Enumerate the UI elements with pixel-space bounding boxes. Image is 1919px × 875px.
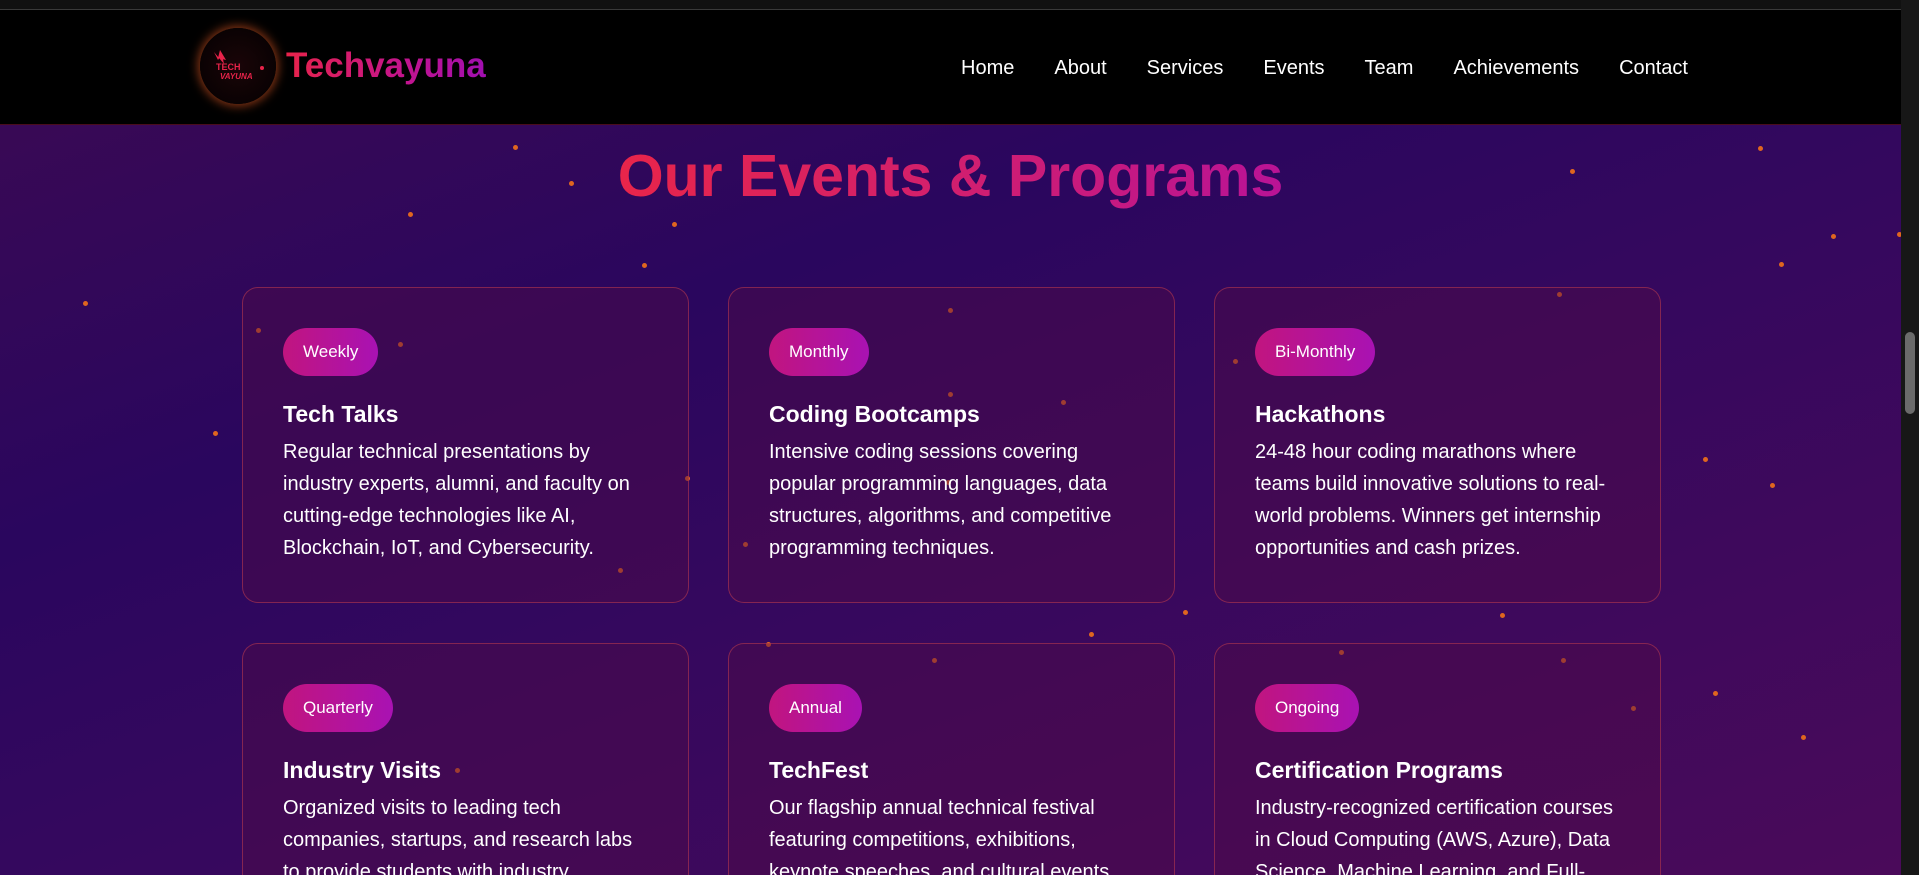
particle-dot [1183, 610, 1188, 615]
event-description: Industry-recognized certification course… [1255, 797, 1613, 875]
particle-dot [213, 431, 218, 436]
main-nav: Home About Services Events Team Achievem… [961, 57, 1688, 80]
particle-dot [408, 212, 413, 217]
navbar: TECH VAYUNA Techvayuna Home About Servic… [0, 10, 1901, 125]
particle-dot [672, 222, 677, 227]
nav-achievements[interactable]: Achievements [1453, 57, 1579, 80]
particle-dot [1779, 262, 1784, 267]
event-description: 24-48 hour coding marathons where teams … [1255, 441, 1606, 559]
brand-name[interactable]: Techvayuna [286, 46, 486, 86]
event-title: Hackathons [1255, 401, 1386, 427]
section-title: Our Events & Programs [617, 143, 1284, 209]
particle-dot [1089, 632, 1094, 637]
event-card-certification-programs: Ongoing Certification Programs Industry-… [1214, 643, 1661, 875]
frequency-badge: Ongoing [1255, 684, 1360, 732]
event-card-tech-talks: Weekly Tech Talks Regular technical pres… [242, 287, 689, 603]
event-card-hackathons: Bi-Monthly Hackathons 24-48 hour coding … [1214, 287, 1661, 603]
event-card-industry-visits: Quarterly Industry Visits Organized visi… [242, 643, 689, 875]
logo-text-bottom: VAYUNA [220, 72, 253, 81]
particle-dot [83, 301, 88, 306]
event-title: TechFest [769, 757, 869, 783]
event-title: Tech Talks [283, 401, 399, 427]
particle-dot [1703, 457, 1708, 462]
frequency-badge: Quarterly [283, 684, 393, 732]
page-background: TECH VAYUNA Techvayuna Home About Servic… [0, 0, 1901, 875]
nav-team[interactable]: Team [1365, 57, 1414, 80]
event-description: Regular technical presentations by indus… [283, 441, 630, 559]
event-title: Coding Bootcamps [769, 401, 980, 427]
event-card-techfest: Annual TechFest Our flagship annual tech… [728, 643, 1175, 875]
nav-services[interactable]: Services [1147, 57, 1224, 80]
event-description: Our flagship annual technical festival f… [769, 797, 1110, 875]
particle-dot [1500, 613, 1505, 618]
nav-about[interactable]: About [1054, 57, 1106, 80]
top-edge [0, 0, 1901, 10]
vertical-scrollbar[interactable] [1901, 0, 1919, 875]
scrollbar-thumb[interactable] [1905, 332, 1915, 414]
frequency-badge: Bi-Monthly [1255, 328, 1376, 376]
frequency-badge: Weekly [283, 328, 379, 376]
particle-dot [1801, 735, 1806, 740]
event-title: Industry Visits [283, 757, 442, 783]
brand[interactable]: TECH VAYUNA Techvayuna [200, 28, 486, 104]
frequency-badge: Annual [769, 684, 862, 732]
frequency-badge: Monthly [769, 328, 869, 376]
particle-dot [1770, 483, 1775, 488]
event-card-coding-bootcamps: Monthly Coding Bootcamps Intensive codin… [728, 287, 1175, 603]
logo-text-top: TECH [216, 62, 241, 72]
particle-dot [1831, 234, 1836, 239]
nav-events[interactable]: Events [1263, 57, 1324, 80]
particle-dot [642, 263, 647, 268]
nav-home[interactable]: Home [961, 57, 1014, 80]
event-title: Certification Programs [1255, 757, 1503, 783]
event-description: Organized visits to leading tech compani… [283, 797, 633, 875]
particle-dot [1713, 691, 1718, 696]
event-description: Intensive coding sessions covering popul… [769, 441, 1112, 559]
nav-contact[interactable]: Contact [1619, 57, 1688, 80]
logo-icon[interactable]: TECH VAYUNA [200, 28, 276, 104]
